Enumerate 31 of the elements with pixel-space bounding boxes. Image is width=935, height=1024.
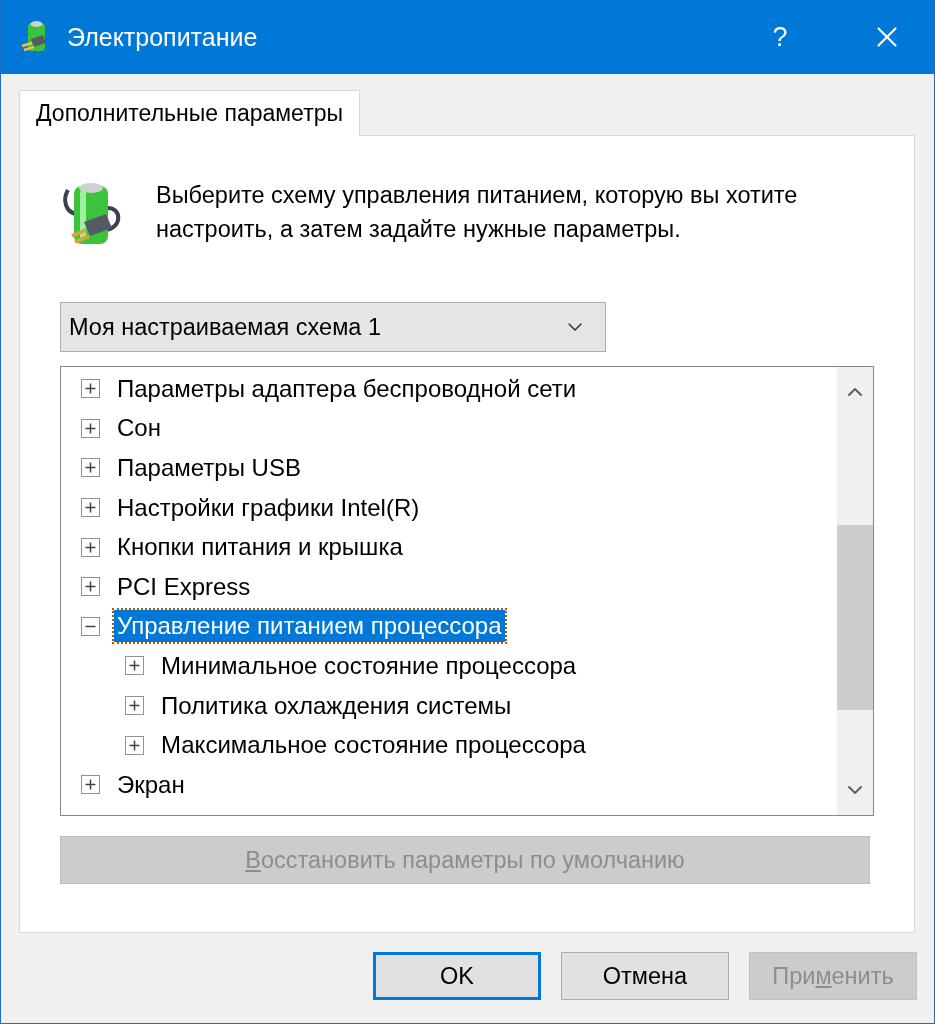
expand-icon[interactable] [81, 458, 100, 478]
scheme-dropdown[interactable]: Моя настраиваемая схема 1 [60, 302, 606, 352]
tree-item[interactable]: Экран [114, 768, 188, 801]
collapse-icon[interactable] [81, 616, 100, 636]
expand-icon[interactable] [125, 656, 144, 676]
window-title: Электропитание [67, 22, 259, 52]
expand-icon[interactable] [81, 379, 100, 399]
tree-item[interactable]: Параметры USB [114, 452, 304, 484]
tree-item[interactable]: Сон [114, 412, 164, 445]
expand-icon[interactable] [81, 775, 100, 795]
expand-icon[interactable] [81, 418, 100, 438]
tree-item[interactable]: Настройки графики Intel(R) [114, 491, 423, 524]
tree-item[interactable]: Политика охлаждения системы [158, 689, 515, 722]
expand-icon[interactable] [81, 537, 100, 557]
expand-icon[interactable] [125, 735, 144, 755]
tree-item[interactable]: PCI Express [114, 570, 254, 603]
expand-icon[interactable] [81, 498, 100, 518]
scrollbar[interactable] [837, 367, 873, 815]
dialog-button[interactable]: OK [373, 952, 541, 1000]
expand-icon[interactable] [81, 577, 100, 597]
tab[interactable]: Дополнительные параметры [19, 90, 360, 136]
scrollbar-thumb[interactable] [837, 525, 873, 710]
tree-item[interactable]: Управление питанием процессора [114, 610, 505, 643]
tree-item[interactable]: Параметры адаптера беспроводной сети [114, 372, 580, 405]
help-button[interactable]: ? [735, 0, 825, 74]
tree-item[interactable]: Кнопки питания и крышка [114, 531, 406, 564]
expand-icon[interactable] [125, 696, 144, 716]
tree-item[interactable]: Максимальное состояние процессора [158, 729, 589, 762]
description-text: Выберите схему управления питанием, которую вы хотите настроить, а затем задайте нужные параметры. [156, 181, 799, 244]
tree-item[interactable]: Минимальное состояние процессора [158, 649, 580, 682]
dialog-button[interactable]: Отмена [561, 952, 729, 1000]
